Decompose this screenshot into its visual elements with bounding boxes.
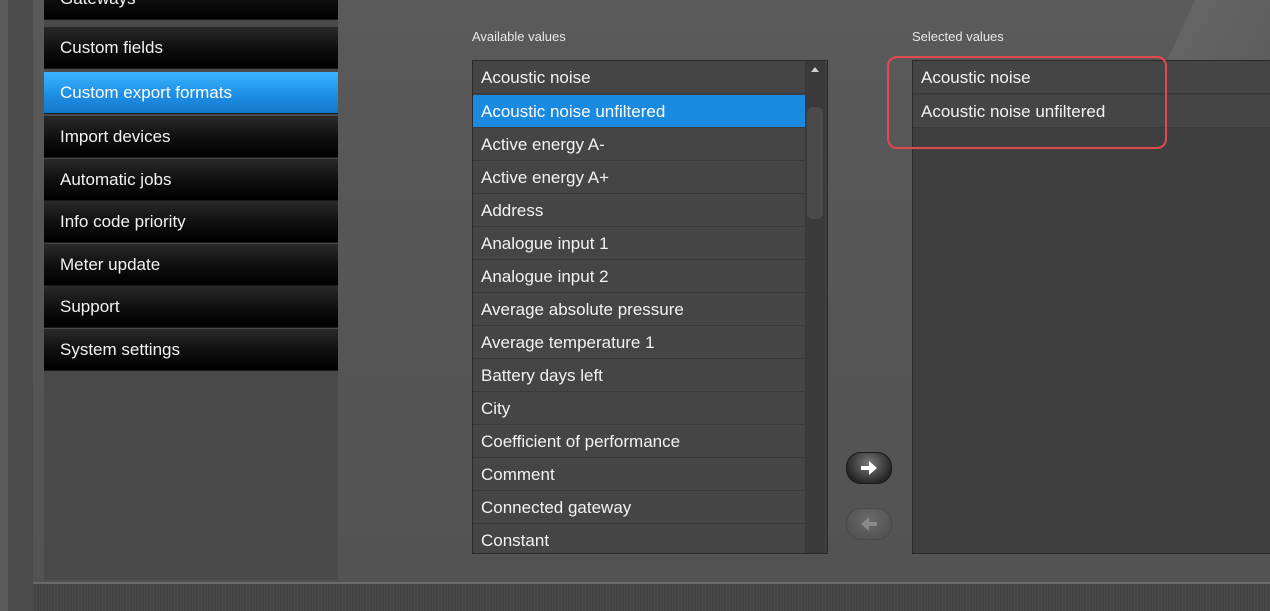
decorative-shape <box>1150 0 1270 60</box>
sidebar-item-info-code-priority[interactable]: Info code priority <box>44 201 338 243</box>
sidebar-item-support[interactable]: Support <box>44 286 338 328</box>
list-item[interactable]: Acoustic noise <box>473 61 805 94</box>
arrow-left-icon <box>861 517 877 531</box>
bottom-strip <box>33 584 1270 611</box>
add-value-button[interactable] <box>846 452 892 484</box>
list-item[interactable]: Analogue input 1 <box>473 227 805 260</box>
sidebar-item-meter-update[interactable]: Meter update <box>44 244 338 286</box>
list-item[interactable]: Constant <box>473 524 805 553</box>
scrollbar-thumb[interactable] <box>807 107 823 219</box>
available-values-list[interactable]: Acoustic noise Acoustic noise unfiltered… <box>472 60 828 554</box>
selected-values-label: Selected values <box>912 29 1004 44</box>
list-item[interactable]: Average absolute pressure <box>473 293 805 326</box>
scroll-up-icon[interactable] <box>811 67 819 72</box>
available-values-label: Available values <box>472 29 566 44</box>
list-item[interactable]: Active energy A- <box>473 128 805 161</box>
list-item[interactable]: Coefficient of performance <box>473 425 805 458</box>
sidebar-item-automatic-jobs[interactable]: Automatic jobs <box>44 159 338 201</box>
sidebar-item-import-devices[interactable]: Import devices <box>44 116 338 158</box>
highlight-annotation <box>887 56 1167 149</box>
list-item[interactable]: Analogue input 2 <box>473 260 805 293</box>
list-item[interactable]: Active energy A+ <box>473 161 805 194</box>
list-item[interactable]: Comment <box>473 458 805 491</box>
list-item[interactable]: Average temperature 1 <box>473 326 805 359</box>
sidebar: Gateways Custom fields Custom export for… <box>44 0 338 580</box>
sidebar-item-custom-export-formats[interactable]: Custom export formats <box>44 72 338 114</box>
list-item[interactable]: Connected gateway <box>473 491 805 524</box>
sidebar-item-system-settings[interactable]: System settings <box>44 329 338 371</box>
remove-value-button[interactable] <box>846 508 892 540</box>
list-item[interactable]: Acoustic noise unfiltered <box>473 95 805 128</box>
window-edge <box>0 0 8 611</box>
list-item[interactable]: City <box>473 392 805 425</box>
scrollbar[interactable] <box>805 61 825 553</box>
sidebar-item-gateways[interactable]: Gateways <box>44 0 338 20</box>
arrow-right-icon <box>861 461 877 475</box>
list-item[interactable]: Battery days left <box>473 359 805 392</box>
list-item[interactable]: Address <box>473 194 805 227</box>
sidebar-item-custom-fields[interactable]: Custom fields <box>44 27 338 69</box>
